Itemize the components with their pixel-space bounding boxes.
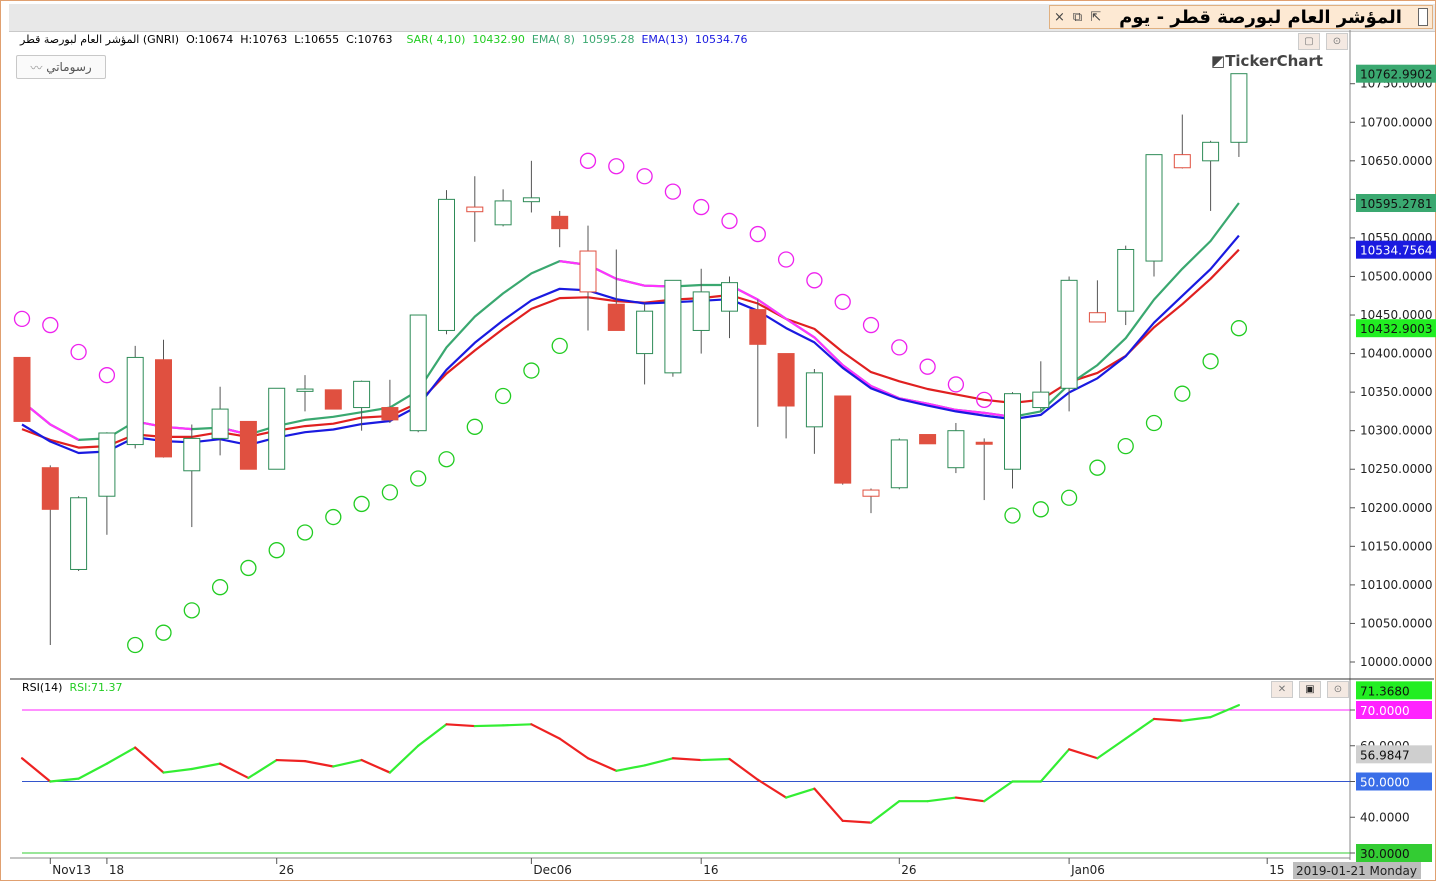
rsi-panel-controls: ✕ ▣ ⊙ [1271, 681, 1349, 698]
maximize-panel-button[interactable]: ▢ [1298, 33, 1320, 50]
close-value: C:10763 [346, 33, 393, 46]
ema13-value: 10534.76 [695, 33, 748, 46]
rsi-header: RSI(14) RSI:71.37 [22, 681, 123, 694]
open-value: O:10674 [186, 33, 234, 46]
sar-label: SAR( 4,10) [406, 33, 466, 46]
rsi-value: RSI:71.37 [69, 681, 123, 694]
rsi-label: RSI(14) [22, 681, 63, 694]
ema13-label: EMA(13) [641, 33, 688, 46]
my-drawings-button[interactable]: رسوماتي 〰 [16, 55, 106, 79]
link-checkbox[interactable] [1417, 8, 1428, 26]
symbol-name: المؤشر العام لبورصة قطر (GNRI) [20, 33, 180, 46]
title-bar: × ⧉ ⇱ المؤشر العام لبورصة قطر - يوم [9, 4, 1435, 32]
ema8-label: EMA( 8) [531, 33, 575, 46]
price-info-line: المؤشر العام لبورصة قطر (GNRI) O:10674 H… [20, 33, 748, 46]
restore-icon[interactable]: ⧉ [1073, 10, 1082, 25]
window-controls: × ⧉ ⇱ [1054, 10, 1109, 25]
close-panel-button[interactable]: ✕ [1271, 681, 1293, 698]
rsi-settings-button[interactable]: ⊙ [1327, 681, 1349, 698]
window-title: المؤشر العام لبورصة قطر - يوم [1119, 6, 1402, 28]
low-value: L:10655 [294, 33, 340, 46]
close-icon[interactable]: × [1054, 10, 1065, 25]
brand-text: TickerChart [1225, 52, 1323, 70]
tickerchart-logo: ◩TickerChart [1211, 52, 1323, 70]
logo-icon: ◩ [1211, 52, 1226, 70]
price-panel-controls: ▢ ⊙ [1298, 33, 1348, 50]
maximize-rsi-panel-button[interactable]: ▣ [1299, 681, 1321, 698]
high-value: H:10763 [240, 33, 288, 46]
sar-value: 10432.90 [472, 33, 525, 46]
drawing-icon: 〰 [30, 60, 43, 75]
chart-window: × ⧉ ⇱ المؤشر العام لبورصة قطر - يوم المؤ… [0, 0, 1436, 881]
title-box: × ⧉ ⇱ المؤشر العام لبورصة قطر - يوم [1049, 5, 1433, 29]
my-drawings-label: رسوماتي [46, 60, 92, 74]
detach-icon[interactable]: ⇱ [1090, 10, 1101, 25]
panel-settings-button[interactable]: ⊙ [1326, 33, 1348, 50]
ema8-value: 10595.28 [581, 33, 635, 46]
